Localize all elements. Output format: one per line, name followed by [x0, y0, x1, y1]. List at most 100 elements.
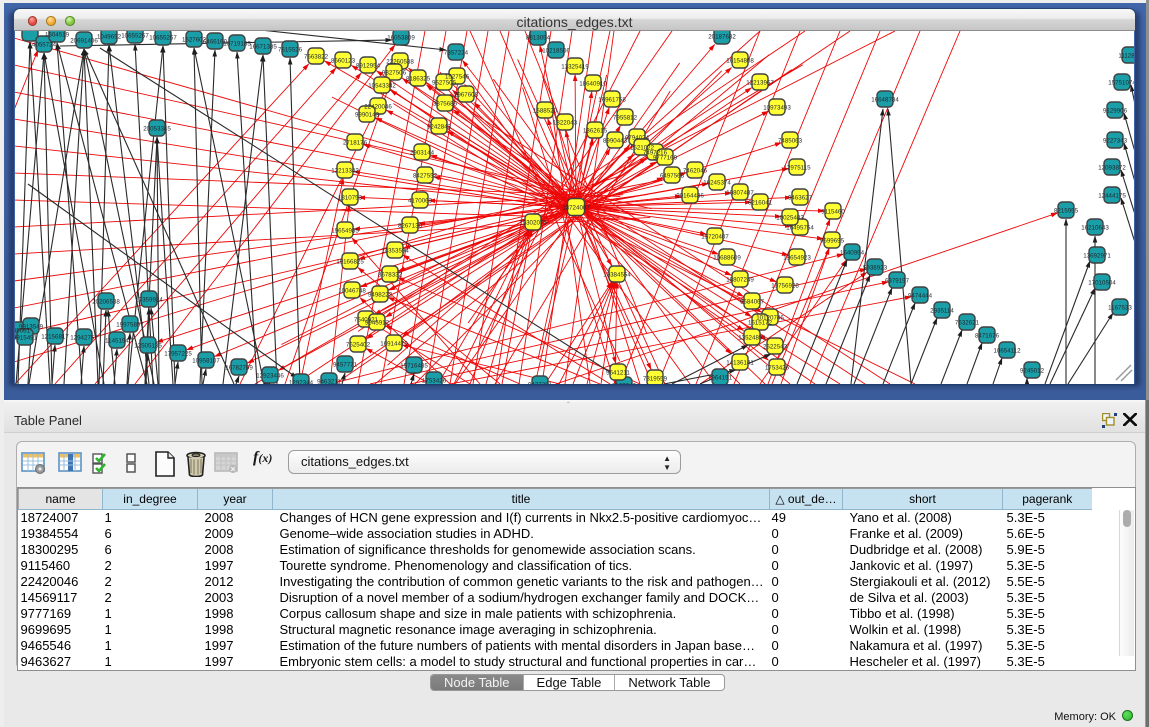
svg-text:10543382: 10543382 — [368, 82, 396, 89]
svg-text:20053345: 20053345 — [143, 125, 171, 132]
svg-text:8990443: 8990443 — [603, 137, 628, 144]
svg-text:18724007: 18724007 — [562, 204, 590, 211]
svg-text:10655267: 10655267 — [149, 34, 177, 41]
svg-text:1167533: 1167533 — [1108, 304, 1132, 311]
svg-text:2935114: 2935114 — [930, 307, 954, 314]
svg-text:7319559: 7319559 — [643, 375, 668, 382]
svg-text:6497568: 6497568 — [660, 172, 685, 179]
svg-text:9115460: 9115460 — [821, 208, 845, 215]
svg-text:7462046: 7462046 — [683, 167, 708, 174]
svg-text:22420046: 22420046 — [364, 103, 392, 110]
svg-text:7955812: 7955812 — [613, 114, 638, 121]
svg-text:16671385: 16671385 — [249, 43, 277, 50]
svg-text:20206538: 20206538 — [92, 298, 120, 305]
svg-text:17957225: 17957225 — [164, 350, 192, 357]
svg-text:17010504: 17010504 — [1088, 279, 1116, 286]
svg-text:8267130: 8267130 — [398, 222, 423, 229]
svg-text:19166825: 19166825 — [336, 258, 364, 265]
svg-text:8813054: 8813054 — [526, 34, 551, 41]
svg-text:12213967: 12213967 — [746, 79, 774, 86]
svg-text:12213342: 12213342 — [331, 167, 359, 174]
svg-text:12975115: 12975115 — [783, 164, 811, 171]
svg-text:8660123: 8660123 — [331, 57, 356, 64]
svg-text:16961758: 16961758 — [598, 96, 626, 103]
svg-text:12942757: 12942757 — [70, 334, 98, 341]
svg-text:14353594: 14353594 — [381, 247, 409, 254]
svg-text:14136141: 14136141 — [726, 359, 754, 366]
svg-text:4170063: 4170063 — [408, 197, 433, 204]
svg-text:10973493: 10973493 — [763, 104, 791, 111]
svg-text:19654923: 19654923 — [783, 254, 811, 261]
svg-text:20187682: 20187682 — [708, 33, 736, 40]
svg-text:7964151: 7964151 — [708, 374, 733, 381]
svg-text:16210643: 16210643 — [1081, 224, 1109, 231]
svg-text:18640910: 18640910 — [579, 80, 607, 87]
svg-text:22260538: 22260538 — [386, 58, 414, 65]
svg-text:9227343: 9227343 — [1103, 137, 1128, 144]
svg-text:9945912: 9945912 — [365, 319, 390, 326]
svg-text:9245012: 9245012 — [1020, 367, 1045, 374]
svg-text:9699695: 9699695 — [820, 237, 845, 244]
svg-text:1753426: 1753426 — [765, 364, 790, 371]
svg-text:20691406: 20691406 — [70, 37, 98, 44]
svg-text:15751074: 15751074 — [1108, 79, 1134, 86]
svg-text:9990143: 9990143 — [355, 111, 380, 118]
svg-text:8186325: 8186325 — [406, 75, 431, 82]
svg-text:9129906: 9129906 — [1103, 107, 1128, 114]
svg-text:9777169: 9777169 — [653, 154, 678, 161]
svg-text:9827506: 9827506 — [382, 69, 407, 76]
svg-text:16245374: 16245374 — [703, 179, 731, 186]
svg-text:2903144: 2903144 — [410, 149, 435, 156]
svg-text:1822043: 1822043 — [553, 119, 578, 126]
svg-text:7632621: 7632621 — [955, 319, 980, 326]
svg-text:6216041: 6216041 — [748, 199, 773, 206]
svg-text:19975857: 19975857 — [116, 321, 144, 328]
svg-text:1615172: 1615172 — [748, 319, 773, 326]
svg-text:1753426: 1753426 — [422, 377, 447, 384]
svg-text:17359924: 17359924 — [135, 296, 163, 303]
svg-text:8678332: 8678332 — [378, 271, 403, 278]
svg-text:1145194: 1145194 — [105, 337, 129, 344]
svg-text:16782759: 16782759 — [225, 364, 253, 371]
svg-text:16495754: 16495754 — [786, 224, 814, 231]
svg-text:10719185: 10719185 — [223, 40, 251, 47]
svg-text:16914479: 16914479 — [380, 340, 408, 347]
svg-text:10046748: 10046748 — [338, 287, 366, 294]
svg-text:12505135: 12505135 — [134, 342, 162, 349]
svg-text:9641211: 9641211 — [606, 369, 630, 376]
svg-text:4055724: 4055724 — [32, 41, 57, 48]
svg-text:12923446: 12923446 — [256, 372, 284, 379]
svg-text:9498222: 9498222 — [368, 291, 393, 298]
svg-text:3875685: 3875685 — [433, 100, 458, 107]
svg-text:15302075: 15302075 — [519, 219, 547, 226]
svg-text:9527505: 9527505 — [432, 79, 457, 86]
svg-text:16053809: 16053809 — [387, 34, 415, 41]
svg-text:19384554: 19384554 — [603, 271, 631, 278]
svg-text:9457771: 9457771 — [333, 361, 358, 368]
svg-text:12444175: 12444175 — [1098, 192, 1126, 199]
svg-text:7357224: 7357224 — [444, 49, 469, 56]
svg-text:18807249: 18807249 — [726, 276, 754, 283]
svg-text:8215955: 8215955 — [1054, 207, 1079, 214]
svg-text:6794024: 6794024 — [625, 134, 650, 141]
svg-text:16648784: 16648784 — [871, 96, 899, 103]
svg-text:19756928: 19756928 — [771, 282, 799, 289]
svg-text:7485063: 7485063 — [778, 137, 803, 144]
svg-text:12156817: 12156817 — [41, 333, 69, 340]
svg-text:1049652: 1049652 — [97, 33, 122, 40]
svg-text:1112845: 1112845 — [1118, 52, 1134, 59]
svg-text:20164436: 20164436 — [676, 192, 704, 199]
svg-text:10688609: 10688609 — [713, 254, 741, 261]
svg-text:16154808: 16154808 — [726, 57, 754, 64]
svg-text:8471676: 8471676 — [975, 332, 1000, 339]
svg-text:10025483: 10025483 — [776, 214, 804, 221]
svg-text:10654112: 10654112 — [993, 347, 1021, 354]
svg-text:9684067: 9684067 — [740, 298, 765, 305]
svg-text:7515526: 7515526 — [278, 46, 303, 53]
svg-text:1810753: 1810753 — [338, 194, 363, 201]
svg-text:10218506: 10218506 — [542, 47, 570, 54]
svg-text:6379197: 6379197 — [885, 277, 910, 284]
svg-text:2967608: 2967608 — [454, 91, 479, 98]
svg-text:9242843: 9242843 — [427, 123, 452, 130]
svg-text:10655267: 10655267 — [121, 32, 149, 39]
